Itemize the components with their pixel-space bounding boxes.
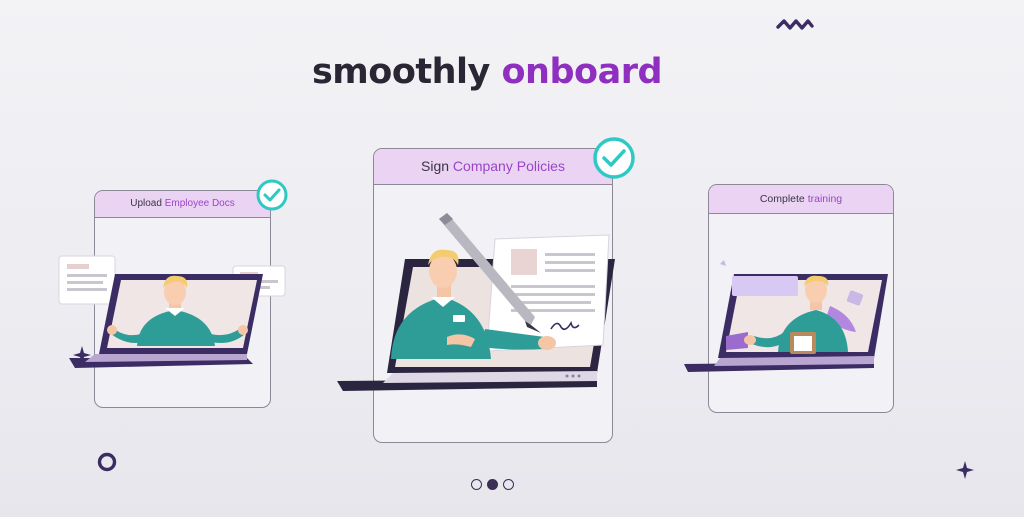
document-icon	[58, 255, 116, 305]
check-icon	[256, 179, 288, 211]
step-label-highlight: Company Policies	[452, 158, 565, 174]
sparkle-icon	[956, 461, 974, 479]
zigzag-icon	[776, 19, 814, 30]
headline-part-1: smoothly	[311, 52, 490, 92]
carousel-dot-2[interactable]	[487, 479, 498, 490]
carousel-pagination	[471, 479, 514, 490]
step-label-highlight: Employee Docs	[164, 198, 235, 209]
check-icon	[593, 137, 635, 179]
carousel-dot-3[interactable]	[503, 479, 514, 490]
laptop-illustration	[337, 213, 615, 391]
laptop-illustration	[684, 260, 888, 372]
laptop-illustration	[58, 255, 286, 368]
carousel-dot-1[interactable]	[471, 479, 482, 490]
step-label: Complete	[759, 193, 805, 205]
page-title: smoothly onboard	[0, 52, 974, 92]
step-card-header: Sign Company Policies	[374, 149, 612, 185]
step-card-header: Upload Employee Docs	[95, 191, 270, 218]
step-label-highlight: training	[807, 193, 843, 205]
ring-icon	[97, 452, 117, 472]
step-card-header: Complete training	[709, 185, 893, 214]
step-label: Sign	[421, 158, 450, 174]
step-label: Upload	[130, 198, 162, 209]
headline-part-2: onboard	[501, 52, 663, 92]
